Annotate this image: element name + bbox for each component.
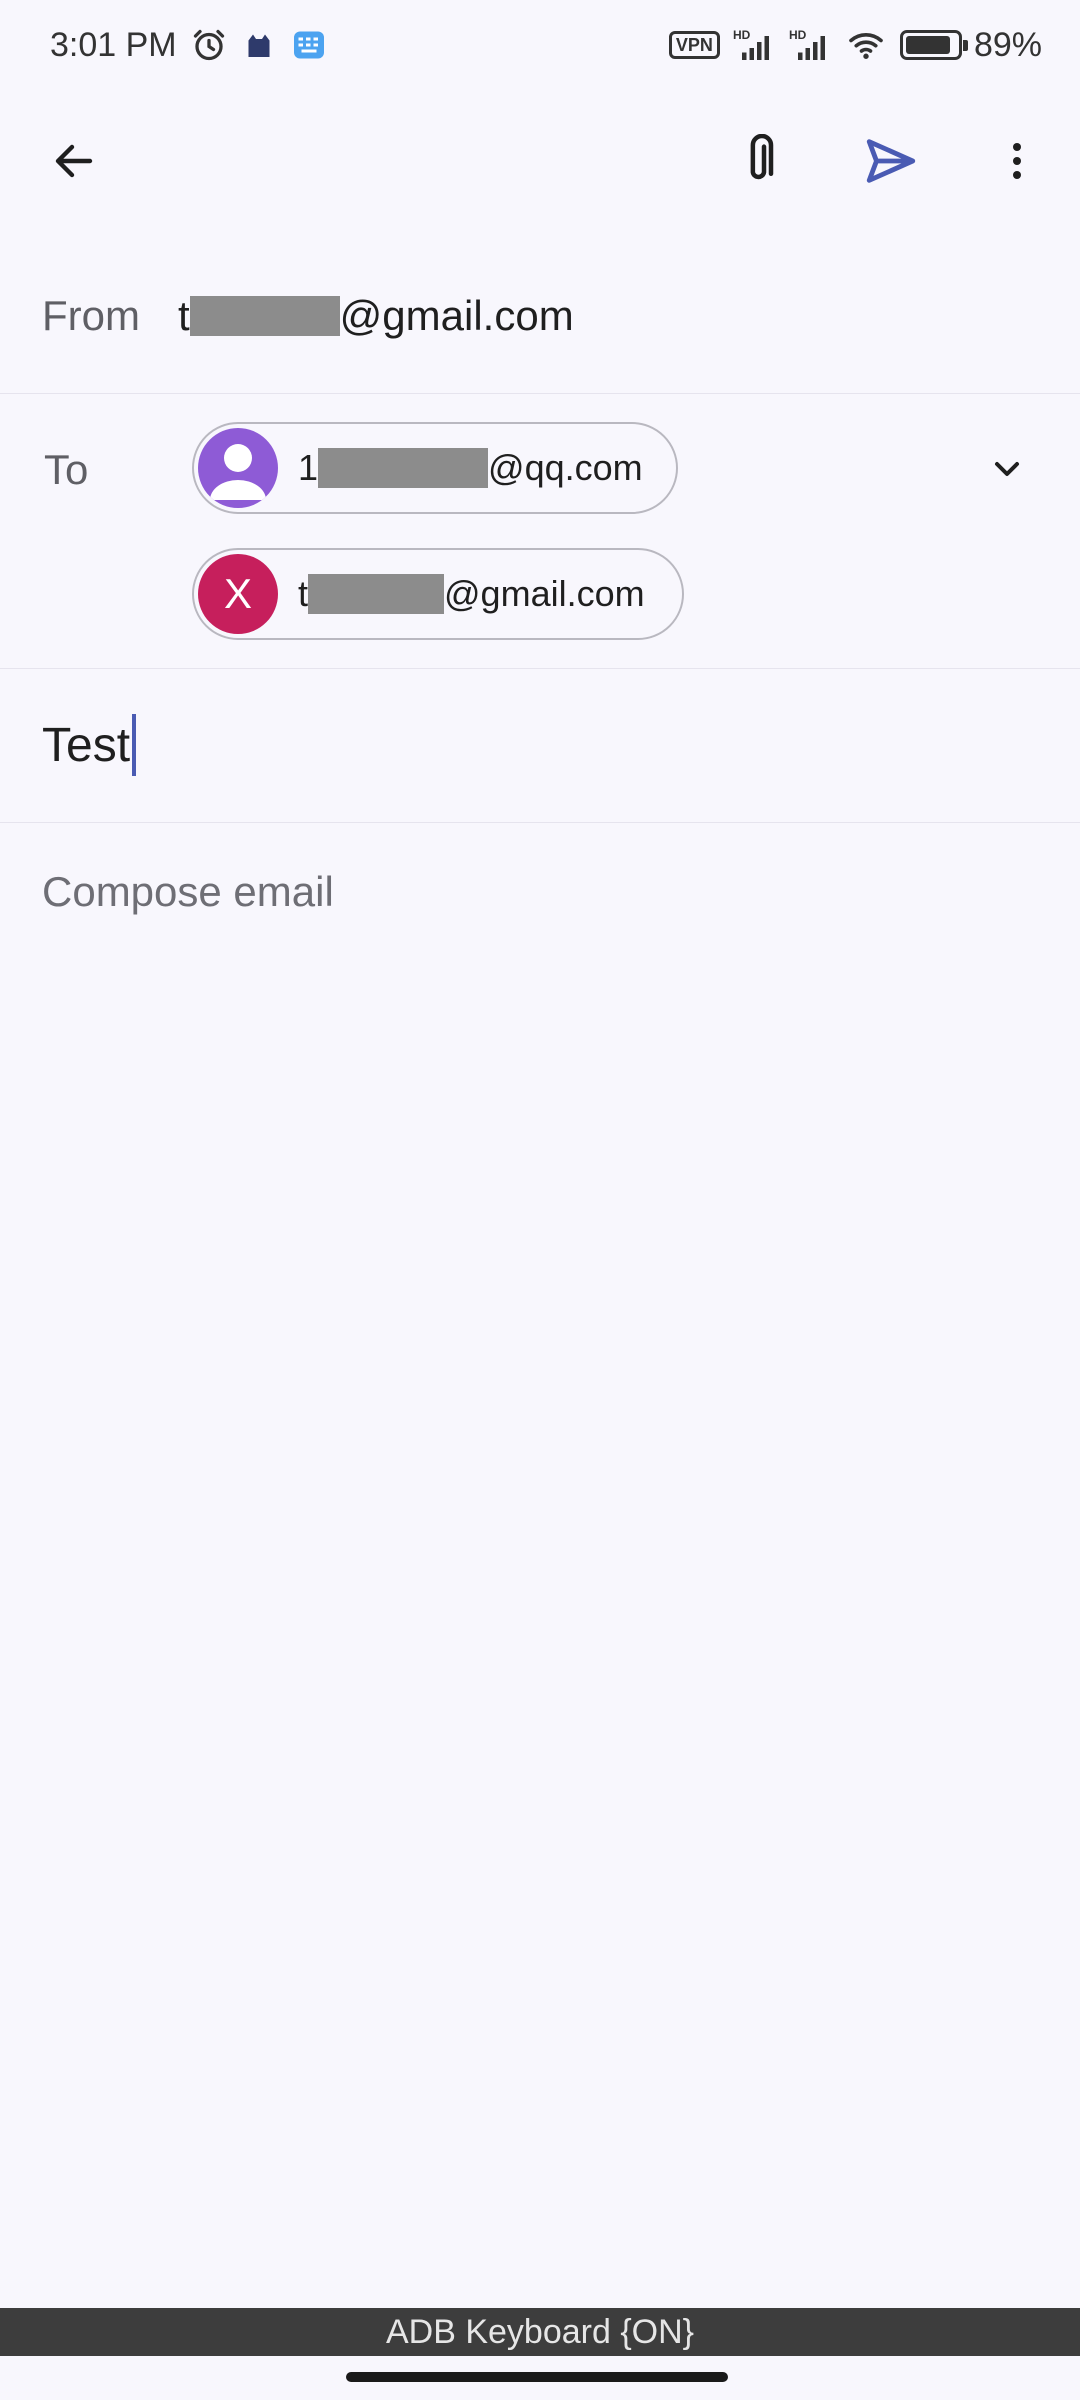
from-account[interactable]: t @gmail.com xyxy=(178,292,574,340)
recipient-chip[interactable]: X t @gmail.com xyxy=(192,548,684,640)
battery-icon xyxy=(899,30,968,60)
back-button[interactable] xyxy=(0,88,148,234)
send-button[interactable] xyxy=(828,98,954,224)
alarm-icon xyxy=(193,29,224,61)
arrow-left-icon xyxy=(55,144,93,178)
recipient-suffix: @qq.com xyxy=(488,447,643,488)
divider xyxy=(0,822,1080,823)
avatar: X xyxy=(198,554,278,634)
status-time: 3:01 PM xyxy=(50,25,177,64)
vpn-badge: VPN xyxy=(668,31,720,59)
recipient-chip[interactable]: 1 @qq.com xyxy=(192,422,678,514)
keyboard-app-icon xyxy=(293,31,324,59)
subject-value: Test xyxy=(42,718,131,772)
attach-button[interactable] xyxy=(700,98,828,224)
from-label[interactable]: From xyxy=(42,292,140,340)
avatar xyxy=(198,428,278,508)
signal-icon-2: HD xyxy=(789,28,825,60)
avatar-letter: X xyxy=(223,570,252,617)
redaction xyxy=(189,296,340,336)
keyboard-status-bar: ADB Keyboard {ON} xyxy=(0,2308,1080,2356)
signal-icon: HD xyxy=(733,28,769,60)
cat-app-icon xyxy=(248,34,270,57)
chevron-down-icon xyxy=(995,462,1019,476)
divider xyxy=(0,668,1080,669)
home-indicator[interactable] xyxy=(346,2372,728,2382)
text-cursor xyxy=(132,714,137,776)
more-vertical-icon xyxy=(1013,143,1021,179)
divider xyxy=(0,393,1080,394)
paperclip-icon xyxy=(750,134,774,180)
subject-field[interactable]: Test xyxy=(42,670,1038,820)
status-bar: 3:01 PM VPN HD HD 89% xyxy=(0,0,1080,90)
svg-text:HD: HD xyxy=(789,28,807,42)
wifi-icon xyxy=(849,33,883,59)
keyboard-label[interactable]: ADB Keyboard {ON} xyxy=(386,2313,694,2352)
compose-screen: 3:01 PM VPN HD HD 89% From t @gmail.com … xyxy=(0,0,1080,2400)
to-label[interactable]: To xyxy=(44,446,88,494)
recipient-suffix: @gmail.com xyxy=(444,573,645,614)
recipient-prefix: 1 xyxy=(298,447,319,488)
redaction xyxy=(308,574,445,614)
person-icon xyxy=(210,444,266,500)
compose-body-field[interactable]: Compose email xyxy=(42,868,334,916)
battery-level xyxy=(905,36,950,54)
battery-percent: 89% xyxy=(973,25,1042,64)
svg-text:HD: HD xyxy=(733,28,751,42)
recipient-prefix: t xyxy=(298,573,309,614)
redaction xyxy=(318,448,489,488)
more-options-button[interactable] xyxy=(954,98,1080,224)
from-prefix: t xyxy=(178,292,190,339)
from-suffix: @gmail.com xyxy=(339,292,574,339)
send-icon xyxy=(866,139,916,183)
expand-recipients-button[interactable] xyxy=(934,396,1080,542)
